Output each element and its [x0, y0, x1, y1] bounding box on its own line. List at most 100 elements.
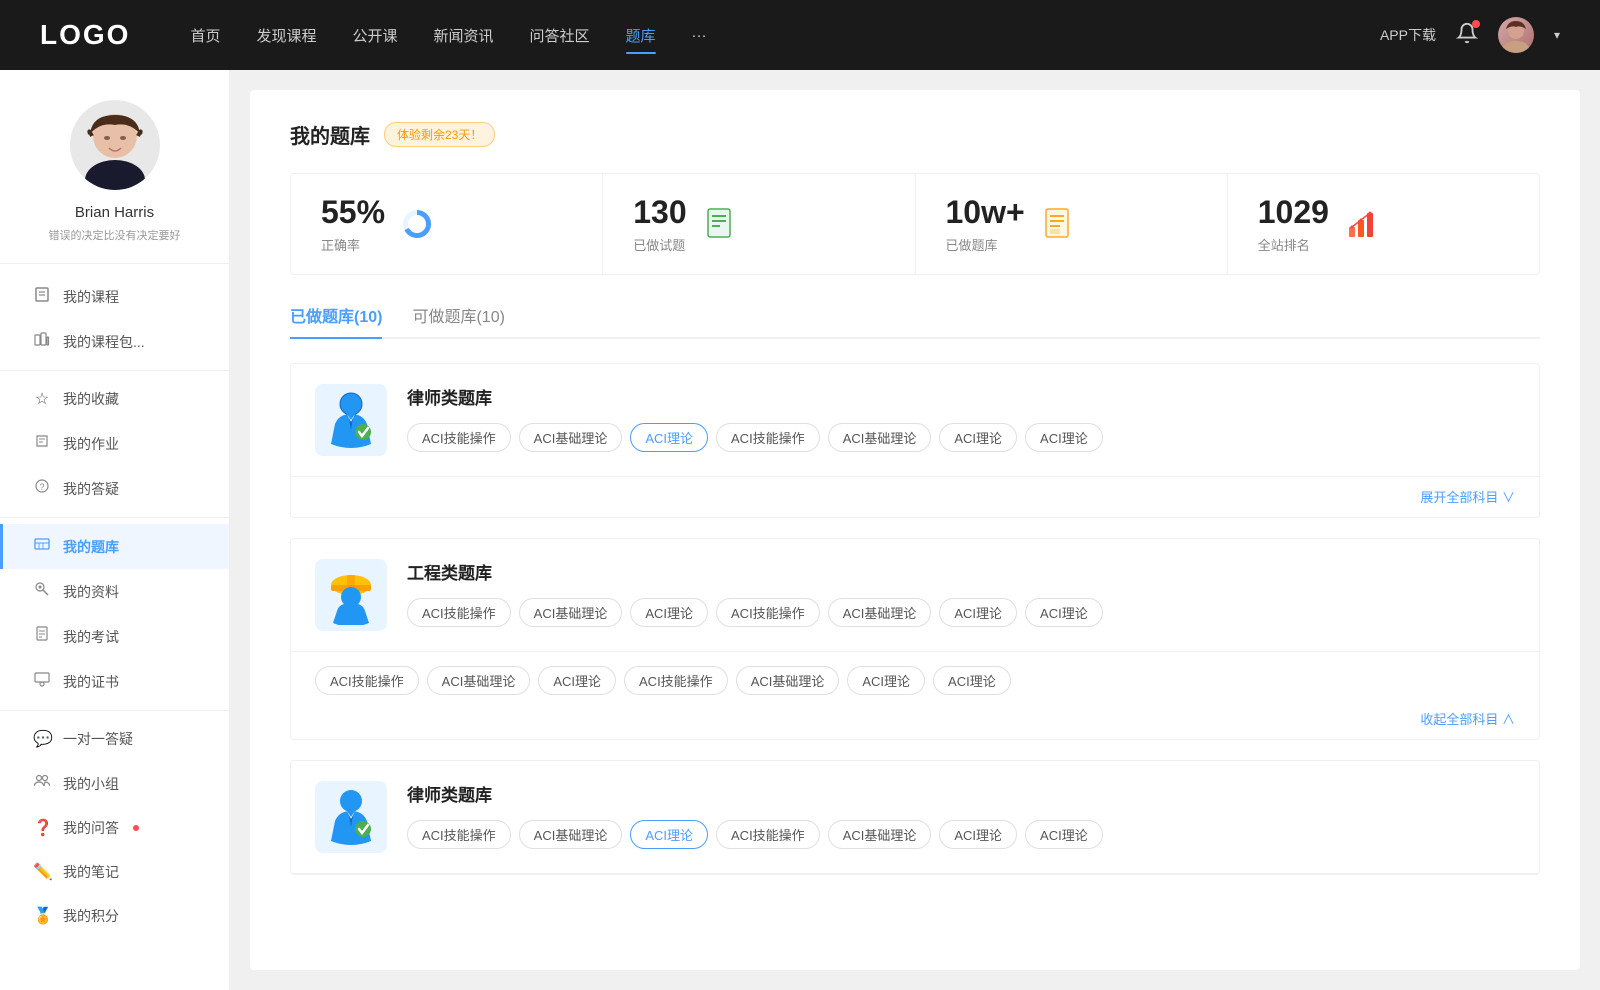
stat-accuracy-values: 55% 正确率 [321, 194, 385, 254]
bank-tags-2-row1: ACI技能操作 ACI基础理论 ACI理论 ACI技能操作 ACI基础理论 AC… [407, 598, 1515, 627]
menu-divider-1 [0, 370, 229, 371]
notification-bell[interactable] [1456, 22, 1478, 49]
stat-rank-label: 全站排名 [1258, 235, 1329, 254]
stat-accuracy-value: 55% [321, 194, 385, 231]
sidebar-item-group[interactable]: 我的小组 [0, 761, 229, 806]
tag-1-4[interactable]: ACI技能操作 [716, 423, 820, 452]
stat-done-q-values: 130 已做试题 [633, 194, 686, 254]
app-download-button[interactable]: APP下载 [1380, 25, 1436, 45]
favorites-icon: ☆ [33, 389, 51, 409]
dropdown-arrow-icon[interactable]: ▾ [1554, 28, 1560, 42]
sidebar-item-certificate[interactable]: 我的证书 [0, 659, 229, 704]
nav-qa[interactable]: 问答社区 [530, 21, 590, 50]
sidebar: Brian Harris 错误的决定比没有决定要好 我的课程 [0, 70, 230, 990]
stat-done-q-label: 已做试题 [633, 235, 686, 254]
nav-news[interactable]: 新闻资讯 [434, 21, 494, 50]
nav-more[interactable]: ··· [692, 23, 707, 48]
accuracy-icon [399, 206, 435, 242]
lawyer-icon-svg-1 [325, 390, 377, 450]
stat-rank-value: 1029 [1258, 194, 1329, 231]
tag-3-2[interactable]: ACI基础理论 [519, 820, 623, 849]
sidebar-item-1on1[interactable]: 💬 一对一答疑 [0, 717, 229, 761]
bank-footer-1: 展开全部科目 ∨ [291, 477, 1539, 517]
tag-2b-5[interactable]: ACI基础理论 [736, 666, 840, 695]
tag-1-1[interactable]: ACI技能操作 [407, 423, 511, 452]
nav-right: APP下载 ▾ [1380, 17, 1560, 53]
tag-3-3[interactable]: ACI理论 [630, 820, 708, 849]
stat-done-b-values: 10w+ 已做题库 [946, 194, 1025, 254]
sidebar-item-favorites[interactable]: ☆ 我的收藏 [0, 377, 229, 421]
my-course-icon [33, 286, 51, 307]
bank-section-3: 律师类题库 ACI技能操作 ACI基础理论 ACI理论 ACI技能操作 ACI基… [290, 760, 1540, 875]
bank-title-2: 工程类题库 [407, 559, 1515, 584]
sidebar-item-bank[interactable]: 我的题库 [0, 524, 229, 569]
sidebar-item-questions[interactable]: ❓ 我的问答 [0, 806, 229, 850]
tag-2-7[interactable]: ACI理论 [1025, 598, 1103, 627]
tag-1-2[interactable]: ACI基础理论 [519, 423, 623, 452]
tag-3-6[interactable]: ACI理论 [939, 820, 1017, 849]
engineer-icon-svg [325, 565, 377, 625]
collapse-link-2[interactable]: 收起全部科目 ∧ [1420, 712, 1515, 727]
qa-icon: ? [33, 478, 51, 499]
bank-footer-2: 收起全部科目 ∧ [291, 699, 1539, 739]
tag-1-6[interactable]: ACI理论 [939, 423, 1017, 452]
notification-dot [1472, 20, 1480, 28]
nav-discover[interactable]: 发现课程 [256, 21, 316, 50]
tag-2b-6[interactable]: ACI理论 [847, 666, 925, 695]
chart-red-svg [1344, 207, 1378, 241]
tab-available-banks[interactable]: 可做题库(10) [412, 303, 504, 337]
menu-label-certificate: 我的证书 [63, 672, 119, 692]
stat-done-b-label: 已做题库 [946, 235, 1025, 254]
tab-done-banks[interactable]: 已做题库(10) [290, 303, 382, 337]
sidebar-item-my-course[interactable]: 我的课程 [0, 274, 229, 319]
menu-label-group: 我的小组 [63, 774, 119, 794]
menu-label-1on1: 一对一答疑 [63, 729, 133, 749]
bank-icon [33, 536, 51, 557]
sidebar-item-data[interactable]: 我的资料 [0, 569, 229, 614]
nav-opencourse[interactable]: 公开课 [352, 21, 397, 50]
stat-done-b-value: 10w+ [946, 194, 1025, 231]
tag-2b-1[interactable]: ACI技能操作 [315, 666, 419, 695]
sidebar-item-points[interactable]: 🏅 我的积分 [0, 894, 229, 938]
sidebar-item-homework[interactable]: 我的作业 [0, 421, 229, 466]
sidebar-item-exam[interactable]: 我的考试 [0, 614, 229, 659]
tag-2-3[interactable]: ACI理论 [630, 598, 708, 627]
tag-1-3[interactable]: ACI理论 [630, 423, 708, 452]
profile-section: Brian Harris 错误的决定比没有决定要好 [0, 70, 229, 264]
tag-3-1[interactable]: ACI技能操作 [407, 820, 511, 849]
data-icon [33, 581, 51, 602]
sidebar-item-notes[interactable]: ✏️ 我的笔记 [0, 850, 229, 894]
tag-2b-2[interactable]: ACI基础理论 [427, 666, 531, 695]
tag-2-2[interactable]: ACI基础理论 [519, 598, 623, 627]
course-package-icon [33, 331, 51, 352]
nav-bank[interactable]: 题库 [626, 21, 656, 50]
tag-2-5[interactable]: ACI基础理论 [828, 598, 932, 627]
done-questions-icon [701, 206, 737, 242]
sidebar-item-course-package[interactable]: 我的课程包... [0, 319, 229, 364]
tag-2-4[interactable]: ACI技能操作 [716, 598, 820, 627]
tag-2-6[interactable]: ACI理论 [939, 598, 1017, 627]
tag-3-5[interactable]: ACI基础理论 [828, 820, 932, 849]
tag-1-7[interactable]: ACI理论 [1025, 423, 1103, 452]
group-icon [33, 773, 51, 794]
questions-dot [133, 825, 139, 831]
points-icon: 🏅 [33, 906, 51, 926]
tag-1-5[interactable]: ACI基础理论 [828, 423, 932, 452]
svg-text:?: ? [40, 482, 45, 492]
main-layout: Brian Harris 错误的决定比没有决定要好 我的课程 [0, 70, 1600, 990]
tag-2b-3[interactable]: ACI理论 [538, 666, 616, 695]
tag-3-4[interactable]: ACI技能操作 [716, 820, 820, 849]
tag-2b-4[interactable]: ACI技能操作 [624, 666, 728, 695]
expand-link-1[interactable]: 展开全部科目 ∨ [1420, 490, 1515, 505]
tag-2-1[interactable]: ACI技能操作 [407, 598, 511, 627]
menu-label-data: 我的资料 [63, 582, 119, 602]
tag-3-7[interactable]: ACI理论 [1025, 820, 1103, 849]
avatar[interactable] [1498, 17, 1534, 53]
nav-home[interactable]: 首页 [190, 21, 220, 50]
bank-section-2: 工程类题库 ACI技能操作 ACI基础理论 ACI理论 ACI技能操作 ACI基… [290, 538, 1540, 740]
navbar: LOGO 首页 发现课程 公开课 新闻资讯 问答社区 题库 ··· APP下载 [0, 0, 1600, 70]
profile-name: Brian Harris [75, 204, 154, 221]
stat-rank: 1029 全站排名 [1228, 174, 1539, 274]
sidebar-item-qa[interactable]: ? 我的答疑 [0, 466, 229, 511]
tag-2b-7[interactable]: ACI理论 [933, 666, 1011, 695]
